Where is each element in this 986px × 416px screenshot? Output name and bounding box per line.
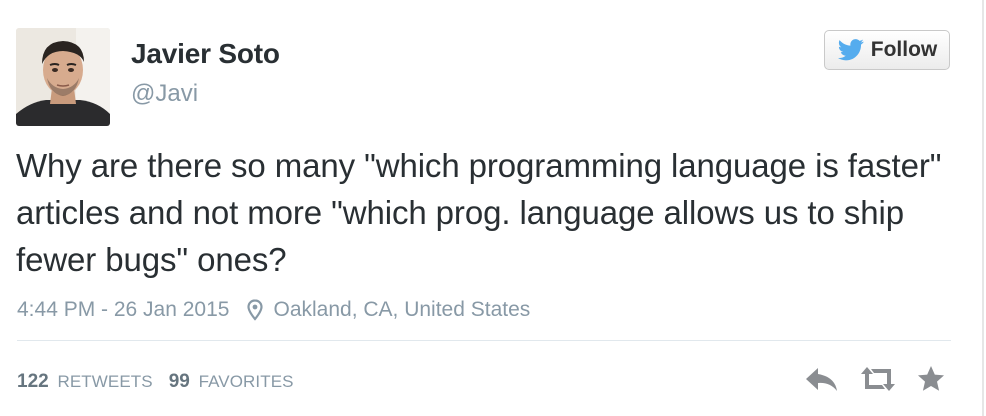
retweets-stat[interactable]: 122 RETWEETS bbox=[17, 371, 153, 393]
retweet-count: 122 bbox=[17, 371, 49, 392]
avatar[interactable] bbox=[16, 28, 110, 126]
twitter-bird-icon bbox=[837, 39, 865, 61]
favorites-stat[interactable]: 99 FAVORITES bbox=[169, 371, 294, 393]
author-handle[interactable]: @Javi bbox=[131, 80, 198, 108]
reply-icon[interactable] bbox=[804, 364, 840, 394]
author-name[interactable]: Javier Soto bbox=[131, 38, 280, 70]
tweet-timestamp[interactable]: 4:44 PM - 26 Jan 2015 bbox=[17, 298, 229, 322]
tweet-text: Why are there so many "which programming… bbox=[16, 147, 942, 278]
tweet-stats: 122 RETWEETS 99 FAVORITES bbox=[17, 371, 294, 393]
tweet-location[interactable]: Oakland, CA, United States bbox=[273, 298, 530, 322]
favorite-label: FAVORITES bbox=[198, 372, 294, 391]
star-icon[interactable] bbox=[916, 364, 946, 394]
tweet-card: Javier Soto @Javi Follow Why are there s… bbox=[0, 0, 984, 416]
follow-button[interactable]: Follow bbox=[824, 30, 950, 70]
favorite-count: 99 bbox=[168, 371, 190, 392]
tweet-meta: 4:44 PM - 26 Jan 2015 Oakland, CA, Unite… bbox=[17, 298, 530, 322]
tweet-actions bbox=[804, 364, 946, 394]
avatar-photo bbox=[16, 28, 110, 126]
follow-label: Follow bbox=[870, 38, 938, 61]
retweet-icon[interactable] bbox=[858, 364, 898, 394]
location-pin-icon bbox=[247, 299, 264, 321]
retweet-label: RETWEETS bbox=[57, 372, 153, 391]
divider bbox=[17, 340, 951, 341]
